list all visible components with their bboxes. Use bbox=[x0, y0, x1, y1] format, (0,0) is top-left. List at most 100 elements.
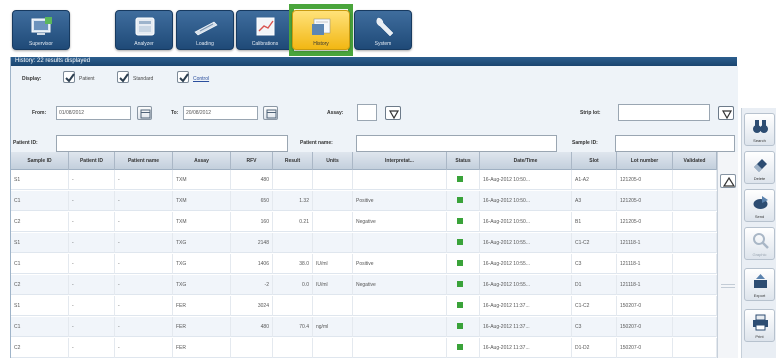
col-validated[interactable]: Validated bbox=[673, 152, 717, 170]
chevron-down-icon bbox=[388, 110, 400, 120]
strip-lot-dropdown-button[interactable] bbox=[718, 106, 734, 120]
cell-sample-id: C1 bbox=[11, 254, 69, 274]
assay-label: Assay: bbox=[327, 110, 344, 116]
table-row[interactable]: S1 - - FER 3024 16-Aug-2012 11:37... C1-… bbox=[11, 296, 717, 316]
cell-validated bbox=[673, 275, 717, 295]
status-ok-icon bbox=[457, 260, 463, 266]
cell-date-time: 16-Aug-2012 10:55... bbox=[480, 233, 572, 253]
cell-sample-id: C2 bbox=[11, 212, 69, 232]
graphic-button[interactable]: Graphic bbox=[744, 227, 775, 260]
from-label: From: bbox=[32, 110, 47, 116]
status-ok-icon bbox=[457, 344, 463, 350]
calibrations-button[interactable]: Calibrations bbox=[236, 10, 294, 50]
to-calendar-button[interactable] bbox=[263, 106, 278, 120]
system-button[interactable]: System bbox=[354, 10, 412, 50]
cell-lot-number: 150207-0 bbox=[617, 317, 673, 337]
cell-slot: C1-C2 bbox=[572, 233, 617, 253]
cell-lot-number: 150207-0 bbox=[617, 338, 673, 358]
assay-select[interactable] bbox=[357, 104, 377, 121]
loading-label: Loading bbox=[196, 41, 214, 47]
history-button[interactable]: History bbox=[292, 10, 350, 50]
table-row[interactable]: C2 - - FER 16-Aug-2012 11:37... D1-D2 15… bbox=[11, 338, 717, 358]
standard-checkbox[interactable] bbox=[117, 71, 129, 83]
supervisor-button[interactable]: Supervisor bbox=[12, 10, 70, 50]
eraser-icon bbox=[754, 159, 767, 172]
cell-lot-number: 121118-1 bbox=[617, 275, 673, 295]
col-interpretation[interactable]: Interpretat... bbox=[353, 152, 447, 170]
table-row[interactable]: C1 - - TXG 1406 38.0 IU/ml Positive 16-A… bbox=[11, 254, 717, 274]
col-rfv[interactable]: RFV bbox=[231, 152, 273, 170]
cell-rfv: 480 bbox=[231, 170, 273, 190]
status-ok-icon bbox=[457, 176, 463, 182]
table-row[interactable]: C1 - - FER 480 70.4 ng/ml 16-Aug-2012 11… bbox=[11, 317, 717, 337]
col-result[interactable]: Result bbox=[273, 152, 313, 170]
magnifier-icon bbox=[753, 233, 769, 249]
col-status[interactable]: Status bbox=[447, 152, 480, 170]
col-slot[interactable]: Slot bbox=[572, 152, 617, 170]
col-assay[interactable]: Assay bbox=[173, 152, 231, 170]
loading-button[interactable]: Loading bbox=[176, 10, 234, 50]
cell-assay: FER bbox=[173, 317, 231, 337]
from-date-field[interactable]: 01/08/2012 bbox=[56, 106, 131, 120]
cell-interpretation bbox=[353, 317, 447, 337]
status-ok-icon bbox=[457, 281, 463, 287]
table-row[interactable]: C2 - - TXG -2 0.0 IU/ml Negative 16-Aug-… bbox=[11, 275, 717, 295]
print-button[interactable]: Print bbox=[744, 309, 775, 342]
scroll-up-button[interactable] bbox=[720, 174, 736, 188]
cell-status bbox=[447, 254, 480, 274]
assay-dropdown-button[interactable] bbox=[385, 106, 401, 120]
cell-slot: B1 bbox=[572, 212, 617, 232]
analyzer-label: Analyzer bbox=[134, 41, 154, 47]
col-units[interactable]: Units bbox=[313, 152, 353, 170]
status-ok-icon bbox=[457, 239, 463, 245]
table-row[interactable]: S1 - - TXG 2148 16-Aug-2012 10:55... C1-… bbox=[11, 233, 717, 253]
cell-slot: D1 bbox=[572, 275, 617, 295]
table-row[interactable]: S1 - - TXM 480 16-Aug-2012 10:50... A1-A… bbox=[11, 170, 717, 190]
cell-patient-name: - bbox=[115, 212, 173, 232]
col-patient-name[interactable]: Patient name bbox=[115, 152, 173, 170]
table-scrollbar[interactable] bbox=[717, 152, 738, 358]
filter-area: Display: Patient Standard Control From: … bbox=[11, 66, 738, 160]
cell-status bbox=[447, 233, 480, 253]
cell-patient-id: - bbox=[69, 254, 115, 274]
from-calendar-button[interactable] bbox=[137, 106, 152, 120]
cell-validated bbox=[673, 338, 717, 358]
col-date-time[interactable]: Date/Time bbox=[480, 152, 572, 170]
cell-result bbox=[273, 338, 313, 358]
to-date-field[interactable]: 20/08/2012 bbox=[183, 106, 258, 120]
analyzer-button[interactable]: Analyzer bbox=[115, 10, 173, 50]
status-ok-icon bbox=[457, 197, 463, 203]
cell-interpretation: Negative bbox=[353, 275, 447, 295]
col-sample-id[interactable]: Sample ID bbox=[11, 152, 69, 170]
delete-button[interactable]: Delete bbox=[744, 151, 775, 184]
export-button[interactable]: Export bbox=[744, 268, 775, 301]
scroll-grip[interactable] bbox=[721, 284, 735, 288]
cell-rfv: 480 bbox=[231, 317, 273, 337]
display-label: Display: bbox=[22, 76, 42, 82]
patient-name-field[interactable] bbox=[356, 135, 557, 152]
patient-id-field[interactable] bbox=[56, 135, 288, 152]
search-button[interactable]: Search bbox=[744, 113, 775, 146]
cell-sample-id: S1 bbox=[11, 296, 69, 316]
sample-id-field[interactable] bbox=[615, 135, 735, 152]
col-patient-id[interactable]: Patient ID bbox=[69, 152, 115, 170]
cell-rfv: 2148 bbox=[231, 233, 273, 253]
control-checkbox-label: Control bbox=[193, 76, 210, 82]
table-row[interactable]: C1 - - TXM 650 1.32 Positive 16-Aug-2012… bbox=[11, 191, 717, 211]
strip-lot-select[interactable] bbox=[618, 104, 710, 121]
cell-validated bbox=[673, 254, 717, 274]
cell-slot: A3 bbox=[572, 191, 617, 211]
cell-patient-id: - bbox=[69, 191, 115, 211]
patient-checkbox[interactable] bbox=[63, 71, 75, 83]
history-label: History bbox=[313, 41, 329, 47]
cell-assay: TXM bbox=[173, 170, 231, 190]
col-lot-number[interactable]: Lot number bbox=[617, 152, 673, 170]
table-row[interactable]: C2 - - TXM 160 0.21 Negative 16-Aug-2012… bbox=[11, 212, 717, 232]
history-panel: History: 22 results displayed Display: P… bbox=[10, 57, 738, 358]
calibrations-icon bbox=[256, 17, 275, 36]
print-label: Print bbox=[755, 334, 764, 339]
send-button[interactable]: Send bbox=[744, 189, 775, 222]
control-checkbox[interactable] bbox=[177, 71, 189, 83]
cell-units: IU/ml bbox=[313, 275, 353, 295]
printer-icon bbox=[753, 314, 768, 331]
